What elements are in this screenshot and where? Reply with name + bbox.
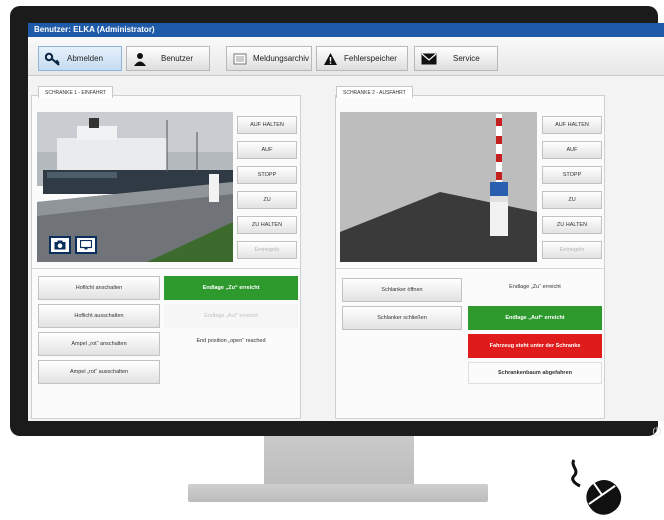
key-icon [45, 52, 60, 66]
nav-service-label: Service [453, 54, 480, 63]
camera-view-entrance [37, 112, 233, 262]
monitor-stand-base [188, 484, 488, 502]
exit-barrier-simulation [340, 112, 537, 262]
section-divider [336, 268, 604, 269]
nav-error-log-button[interactable]: Fehlerspeicher [316, 46, 408, 71]
barrier-2-hold-closed-button[interactable]: ZU HALTEN [542, 216, 602, 234]
tab-barrier-1[interactable]: SCHRANKE 1 - EINFAHRT [38, 86, 114, 98]
section-divider [32, 268, 300, 269]
barrier-1-stop-button[interactable]: STOPP [237, 166, 297, 184]
barrier-2-panel: SCHRANKE 2 - AUSFAHRT AUF HALTEN AUF STO… [335, 86, 605, 419]
barrier-1-hold-closed-button[interactable]: ZU HALTEN [237, 216, 297, 234]
barrier-2-close-button[interactable]: ZU [542, 191, 602, 209]
barrier-1-unlock-button[interactable]: Entriegeln [237, 241, 297, 259]
barrier-close-button[interactable]: Schlanker schließen [342, 306, 462, 330]
yard-light-off-button[interactable]: Hoflicht ausschalten [38, 304, 160, 328]
archive-icon [233, 53, 247, 64]
barrier-open-button[interactable]: Schlanker öffnen [342, 278, 462, 302]
status-closed-reached: Endlage „Zu“ erreicht [468, 276, 602, 298]
monitor-icon[interactable] [75, 236, 97, 254]
barrier-2-open-button[interactable]: AUF [542, 141, 602, 159]
mail-icon [421, 53, 437, 64]
status-boom-broken-off: Schrankenbaum abgefahren [468, 362, 602, 384]
status-open-position: End position „open“ reached [164, 332, 298, 350]
camera-icon[interactable] [49, 236, 71, 254]
user-icon [134, 52, 146, 66]
monitor-frame: Benutzer: ELKA (Administrator) Abmelden … [10, 6, 664, 438]
barrier-1-hold-open-button[interactable]: AUF HALTEN [237, 116, 297, 134]
red-light-off-button[interactable]: Ampel „rot“ ausschalten [38, 360, 160, 384]
window-title: Benutzer: ELKA (Administrator) [28, 23, 664, 37]
barrier-1-open-button[interactable]: AUF [237, 141, 297, 159]
barrier-1-close-button[interactable]: ZU [237, 191, 297, 209]
red-light-on-button[interactable]: Ampel „rot“ anschalten [38, 332, 160, 356]
nav-service-button[interactable]: Service [414, 46, 498, 71]
main-navigation: Abmelden Benutzer Meldungsarchiv Fehlers… [28, 37, 664, 76]
nav-users-button[interactable]: Benutzer [126, 46, 210, 71]
monitor-stand-neck [264, 436, 414, 484]
nav-users-label: Benutzer [161, 54, 194, 63]
barrier-1-panel: SCHRANKE 1 - EINFAHRT AUF HALTEN AUF STO… [31, 86, 301, 419]
status-closed-reached: Endlage „Zu“ erreicht [164, 276, 298, 300]
camera-view-exit [340, 112, 537, 262]
yard-light-on-button[interactable]: Hoflicht anschalten [38, 276, 160, 300]
nav-archive-button[interactable]: Meldungsarchiv [226, 46, 312, 71]
nav-archive-label: Meldungsarchiv [253, 54, 310, 63]
tab-barrier-2[interactable]: SCHRANKE 2 - AUSFAHRT [336, 86, 413, 98]
nav-logout-button[interactable]: Abmelden [38, 46, 122, 71]
nav-error-log-label: Fehlerspeicher [344, 54, 397, 63]
warning-icon [324, 52, 337, 65]
app-screen: Benutzer: ELKA (Administrator) Abmelden … [28, 23, 664, 421]
nav-logout-label: Abmelden [67, 54, 104, 63]
status-open-reached: Endlage „Auf“ erreicht [164, 304, 298, 328]
barrier-2-hold-open-button[interactable]: AUF HALTEN [542, 116, 602, 134]
status-vehicle-under-barrier: Fahrzeug steht unter der Schranke [468, 334, 602, 358]
power-icon[interactable]: ⏻ [651, 426, 663, 438]
barrier-2-stop-button[interactable]: STOPP [542, 166, 602, 184]
barrier-2-unlock-button[interactable]: Entriegeln [542, 241, 602, 259]
mouse-icon [571, 459, 622, 515]
status-open-reached: Endlage „Auf“ erreicht [468, 306, 602, 330]
